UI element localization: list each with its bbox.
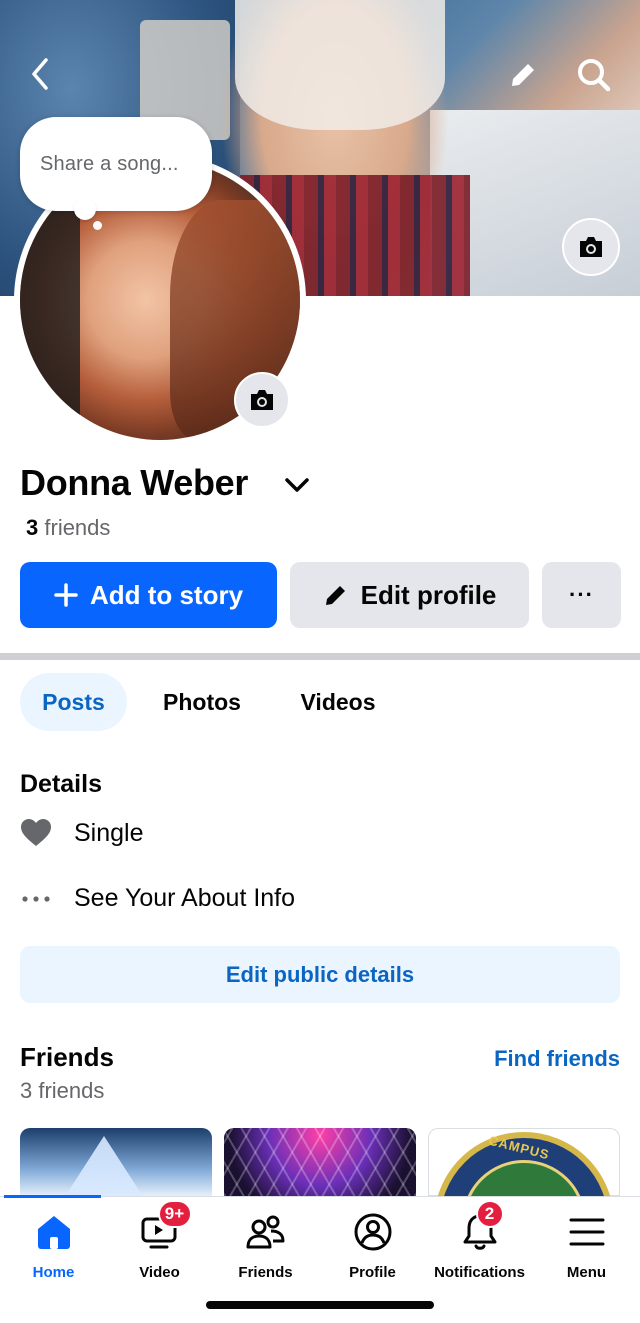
chevron-left-icon[interactable] <box>22 56 58 92</box>
bell-icon: 2 <box>456 1200 504 1256</box>
pencil-icon <box>325 586 345 605</box>
cover-camera-button[interactable] <box>562 218 620 276</box>
plus-icon <box>54 583 78 607</box>
about-info-link: See Your About Info <box>74 884 296 912</box>
bubble-tail-small <box>93 221 102 230</box>
add-to-story-button[interactable]: Add to story <box>20 562 277 628</box>
friends-icon <box>242 1208 290 1256</box>
friends-heading: Friends <box>20 1042 114 1072</box>
section-divider <box>0 653 640 660</box>
nav-friends-label: Friends <box>238 1264 293 1281</box>
friends-count[interactable]: 3 friends <box>26 515 110 541</box>
nav-video-label: Video <box>139 1264 180 1281</box>
relationship-status: Single <box>74 818 144 847</box>
nav-friends[interactable]: Friends <box>212 1208 319 1281</box>
friend-thumbnail[interactable] <box>224 1128 416 1196</box>
friends-word: friends <box>44 515 111 540</box>
video-icon: 9+ <box>136 1200 192 1256</box>
nav-notifications-label: Notifications <box>434 1264 525 1281</box>
nav-menu[interactable]: Menu <box>533 1208 640 1281</box>
avatar-camera-button[interactable] <box>234 372 290 428</box>
ellipsis-icon <box>22 895 50 902</box>
menu-icon <box>563 1208 611 1256</box>
active-tab-indicator <box>4 1195 101 1198</box>
nav-home-label: Home <box>32 1264 75 1281</box>
nav-profile[interactable]: Profile <box>319 1208 426 1281</box>
tab-photos[interactable]: Photos <box>140 673 264 731</box>
home-icon <box>30 1208 78 1256</box>
video-badge: 9+ <box>157 1200 192 1228</box>
nav-profile-label: Profile <box>349 1264 396 1281</box>
find-friends-link[interactable]: Find friends <box>494 1046 620 1072</box>
bubble-tail <box>74 198 96 220</box>
more-options-button[interactable]: ··· <box>542 562 621 628</box>
add-to-story-label: Add to story <box>89 579 244 610</box>
friends-subcount: 3 friends <box>20 1078 105 1103</box>
nav-home[interactable]: Home <box>0 1208 107 1281</box>
nav-video[interactable]: 9+ Video <box>106 1200 213 1281</box>
more-icon: ··· <box>569 582 594 607</box>
home-indicator <box>206 1301 434 1309</box>
nav-notifications[interactable]: 2 Notifications <box>426 1200 533 1281</box>
edit-profile-button[interactable]: Edit profile <box>290 562 529 628</box>
share-song-label: Share a song... <box>40 152 179 175</box>
relationship-row: Single <box>20 818 144 848</box>
share-song-bubble[interactable]: Share a song... <box>20 117 212 211</box>
profile-name: Donna Weber <box>20 462 249 503</box>
heart-icon <box>21 819 51 846</box>
tab-videos[interactable]: Videos <box>278 673 398 731</box>
profile-icon <box>349 1208 397 1256</box>
search-icon[interactable] <box>574 55 614 95</box>
about-info-row[interactable]: See Your About Info <box>20 884 295 913</box>
friend-thumbnail[interactable]: CAMPUS <box>428 1128 620 1196</box>
friends-number: 3 <box>26 515 39 540</box>
pencil-icon[interactable] <box>503 55 543 95</box>
nav-menu-label: Menu <box>566 1264 607 1281</box>
details-heading: Details <box>20 770 102 798</box>
camera-icon <box>577 235 605 259</box>
notifications-badge: 2 <box>475 1200 504 1228</box>
edit-public-details-button[interactable]: Edit public details <box>20 946 620 1003</box>
edit-profile-label: Edit profile <box>360 579 497 610</box>
friend-thumbnail[interactable] <box>20 1128 212 1196</box>
camera-icon <box>248 388 276 412</box>
chevron-down-icon[interactable] <box>282 470 312 500</box>
tab-posts[interactable]: Posts <box>20 673 127 731</box>
